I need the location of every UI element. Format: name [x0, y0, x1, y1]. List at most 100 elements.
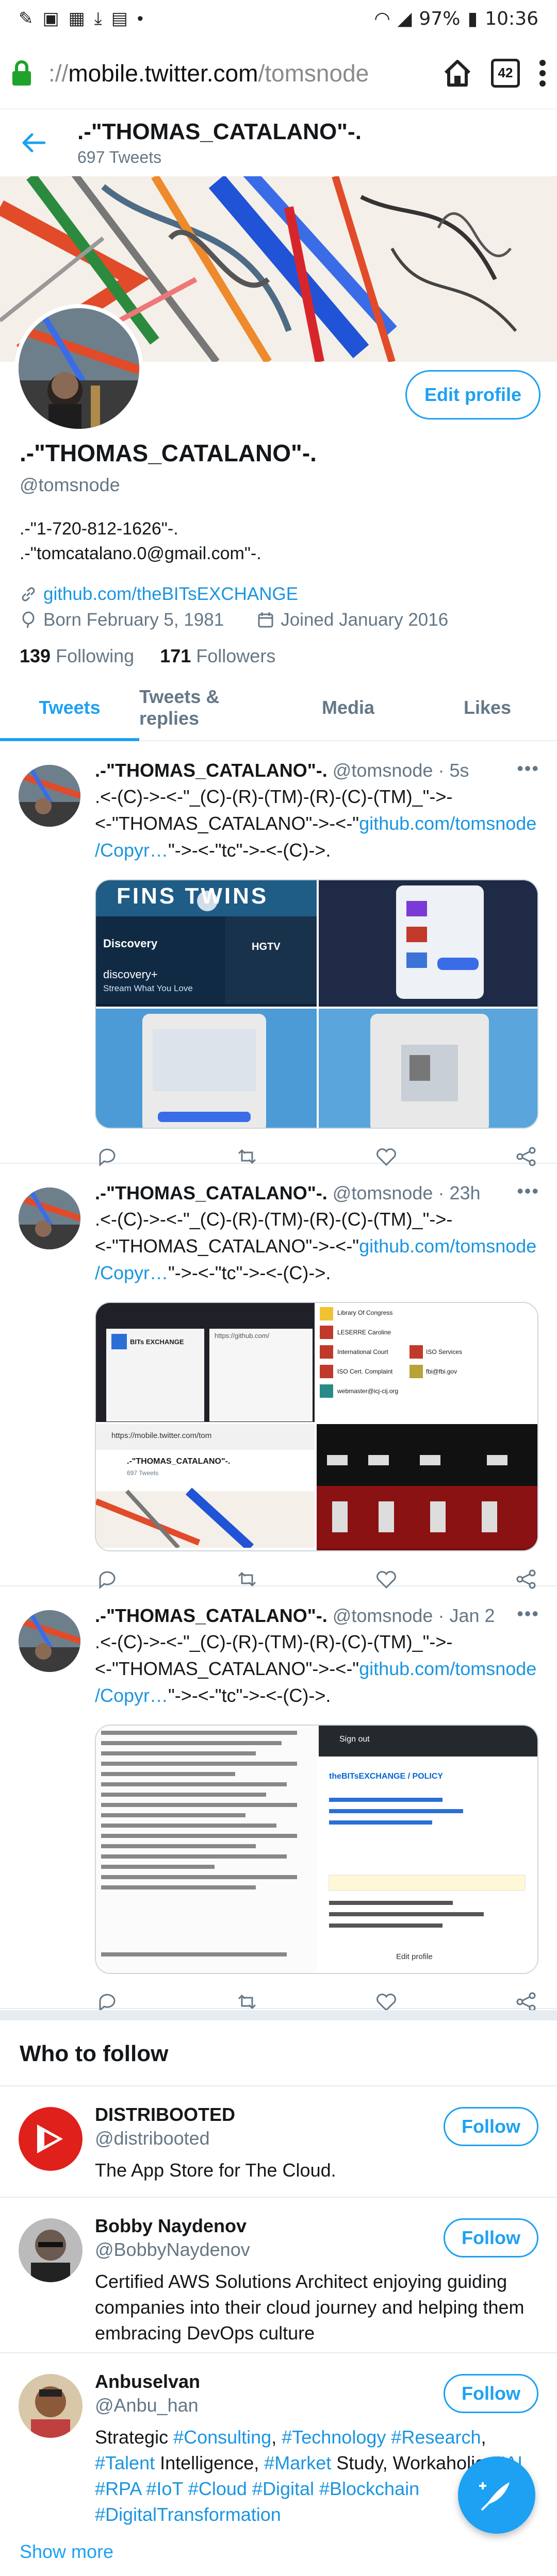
follow-button[interactable]: Follow — [444, 2107, 538, 2146]
followers-link[interactable]: 171 Followers — [160, 645, 275, 666]
tweet-avatar[interactable] — [19, 1187, 80, 1249]
compose-feather-icon — [479, 2482, 510, 2511]
tab-media[interactable]: Media — [278, 675, 418, 740]
hashtag-link[interactable]: #DigitalTransformation — [95, 2504, 281, 2525]
follow-button[interactable]: Follow — [444, 2374, 538, 2413]
tweet-text: .<-(C)->-<-"_(C)-(R)-(TM)-(R)-(C)-(TM)_"… — [95, 1209, 537, 1283]
more-vert-icon[interactable] — [538, 59, 547, 88]
profile-info: .-"THOMAS_CATALANO"-. @tomsnode .-"1-720… — [20, 439, 540, 667]
profile-tabs: Tweets Tweets & replies Media Likes — [0, 675, 557, 741]
address-bar[interactable]: ://mobile.twitter.com/tomsnode — [48, 59, 443, 87]
battery-icon: ▮ — [467, 8, 478, 29]
suggestion-bio: The App Store for The Cloud. — [95, 2160, 336, 2181]
media-caption-hgtv: HGTV — [252, 941, 281, 952]
media-image[interactable] — [319, 1009, 537, 1128]
tab-tweets-replies[interactable]: Tweets & replies — [139, 675, 278, 740]
hashtag-link[interactable]: #IoT — [146, 2478, 183, 2499]
following-link[interactable]: 139 Following — [20, 645, 134, 666]
hashtag-link[interactable]: #Technology — [282, 2427, 386, 2448]
tweet[interactable]: ••• .-"THOMAS_CATALANO"-. @tomsnode · 23… — [0, 1165, 557, 1590]
media-image[interactable]: Library Of Congress LESERRE Caroline Int… — [317, 1303, 537, 1422]
bio-phone: .-"1-720-812-1626"-. — [20, 519, 178, 539]
home-icon[interactable] — [443, 58, 472, 88]
follow-suggestion[interactable]: Bobby Naydenov @BobbyNaydenov Certified … — [0, 2197, 557, 2351]
suggestion-avatar[interactable] — [19, 2374, 83, 2438]
media-image[interactable]: Sign out theBITsEXCHANGE / POLICY Edit p… — [319, 1726, 537, 1973]
link-icon — [22, 587, 35, 601]
tweet[interactable]: ••• .-"THOMAS_CATALANO"-. @tomsnode · Ja… — [0, 1587, 557, 2012]
tabs-button[interactable]: 42 — [491, 58, 520, 88]
hashtag-link[interactable]: #Consulting — [173, 2427, 271, 2448]
media-image[interactable]: FINS TWINS Discovery discovery+ Stream W… — [96, 880, 317, 1007]
balloon-icon — [22, 611, 35, 628]
tweet[interactable]: ••• .-"THOMAS_CATALANO"-. @tomsnode · 5s… — [0, 742, 557, 1167]
media-image[interactable] — [96, 1009, 317, 1128]
battery-percent: 97% — [419, 8, 461, 29]
media-caption-sub: discovery+ — [103, 968, 158, 981]
edit-icon: ✎ — [19, 9, 34, 28]
tweet-header: .-"THOMAS_CATALANO"-. @tomsnode · Jan 2 — [95, 1605, 495, 1626]
suggestion-avatar[interactable] — [19, 2107, 83, 2171]
tweet-media[interactable]: BITs EXCHANGE https://github.com/ Librar… — [95, 1302, 538, 1551]
browser-toolbar: ://mobile.twitter.com/tomsnode 42 — [0, 37, 557, 109]
tweet-link[interactable]: github.com/tomsnode — [359, 813, 536, 834]
media-image[interactable]: BITs EXCHANGE https://github.com/ — [96, 1303, 315, 1422]
tweet-link[interactable]: github.com/tomsnode — [359, 1235, 536, 1257]
hashtag-link[interactable]: #Market — [264, 2452, 331, 2473]
tweet-avatar[interactable] — [19, 1610, 80, 1672]
header-tweet-count: 697 Tweets — [77, 147, 162, 166]
media-image[interactable] — [96, 1726, 317, 1973]
compose-tweet-button[interactable] — [458, 2456, 535, 2534]
media-image[interactable] — [317, 1424, 537, 1550]
media-image[interactable] — [319, 880, 537, 1007]
hashtag-link[interactable]: #Digital — [252, 2478, 314, 2499]
media-caption-tagline: Stream What You Love — [103, 983, 193, 993]
follow-stats: 139 Following 171 Followers — [20, 645, 540, 667]
follow-button[interactable]: Follow — [444, 2218, 538, 2257]
bio-email: .-"tomcatalano.0@gmail.com"-. — [20, 544, 261, 563]
media-caption-brand: Discovery — [103, 937, 158, 950]
lock-icon — [12, 60, 31, 86]
tweet-link-cont[interactable]: /Copyr… — [95, 840, 168, 861]
calendar-icon: ▦ — [68, 9, 85, 28]
profile-website-link[interactable]: github.com/theBITsEXCHANGE — [43, 581, 298, 607]
hashtag-link[interactable]: #Talent — [95, 2452, 155, 2473]
tweet-header: .-"THOMAS_CATALANO"-. @tomsnode · 23h — [95, 1182, 481, 1203]
tab-likes[interactable]: Likes — [418, 675, 557, 740]
hashtag-link[interactable]: #RPA — [95, 2478, 141, 2499]
profile-avatar[interactable] — [14, 304, 143, 433]
profile-meta: github.com/theBITsEXCHANGE Born February… — [20, 581, 540, 633]
gallery-icon: ▣ — [42, 9, 59, 28]
wifi-icon: ◠ — [374, 8, 390, 29]
profile-bio: .-"1-720-812-1626"-. .-"tomcatalano.0@gm… — [20, 516, 540, 566]
status-bar: ✎ ▣ ▦ ⤓ ▤ • ◠ ◢ 97% ▮ 10:36 — [0, 0, 557, 37]
show-more-link[interactable]: Show more — [20, 2541, 113, 2563]
suggestion-avatar[interactable] — [19, 2218, 83, 2282]
calendar-icon — [258, 612, 273, 628]
profile-name: .-"THOMAS_CATALANO"-. — [20, 440, 317, 466]
hashtag-link[interactable]: #Research — [391, 2427, 481, 2448]
tweet-media[interactable]: FINS TWINS Discovery discovery+ Stream W… — [95, 879, 538, 1129]
profile-birthdate: Born February 5, 1981 — [43, 610, 224, 630]
tweet-text: .<-(C)->-<-"_(C)-(R)-(TM)-(R)-(C)-(TM)_"… — [95, 1631, 537, 1706]
edit-profile-button[interactable]: Edit profile — [405, 370, 540, 420]
tab-tweets[interactable]: Tweets — [0, 675, 139, 741]
hashtag-link[interactable]: #Blockchain — [319, 2478, 419, 2499]
notification-icons: ✎ ▣ ▦ ⤓ ▤ • — [19, 8, 143, 29]
clock: 10:36 — [485, 8, 538, 29]
tweet-avatar[interactable] — [19, 765, 80, 827]
media-caption: BITs EXCHANGE — [130, 1338, 184, 1346]
tweet-link-cont[interactable]: /Copyr… — [95, 1685, 168, 1706]
profile-header-bar: .-"THOMAS_CATALANO"-. 697 Tweets — [0, 109, 557, 176]
image-icon: ▤ — [111, 9, 128, 28]
tweet-media[interactable]: Sign out theBITsEXCHANGE / POLICY Edit p… — [95, 1725, 538, 1974]
tweet-header: .-"THOMAS_CATALANO"-. @tomsnode · 5s — [95, 760, 469, 781]
media-caption-title: FINS TWINS — [117, 883, 269, 909]
back-arrow-icon[interactable] — [21, 126, 77, 160]
media-image[interactable]: https://mobile.twitter.com/tom .-"THOMAS… — [96, 1424, 315, 1550]
tweet-link[interactable]: github.com/tomsnode — [359, 1658, 536, 1679]
follow-suggestion[interactable]: DISTRIBOOTED @distribooted The App Store… — [0, 2085, 557, 2196]
tweet-link-cont[interactable]: /Copyr… — [95, 1262, 168, 1283]
hashtag-link[interactable]: #Cloud — [188, 2478, 247, 2499]
section-divider — [0, 2010, 557, 2020]
